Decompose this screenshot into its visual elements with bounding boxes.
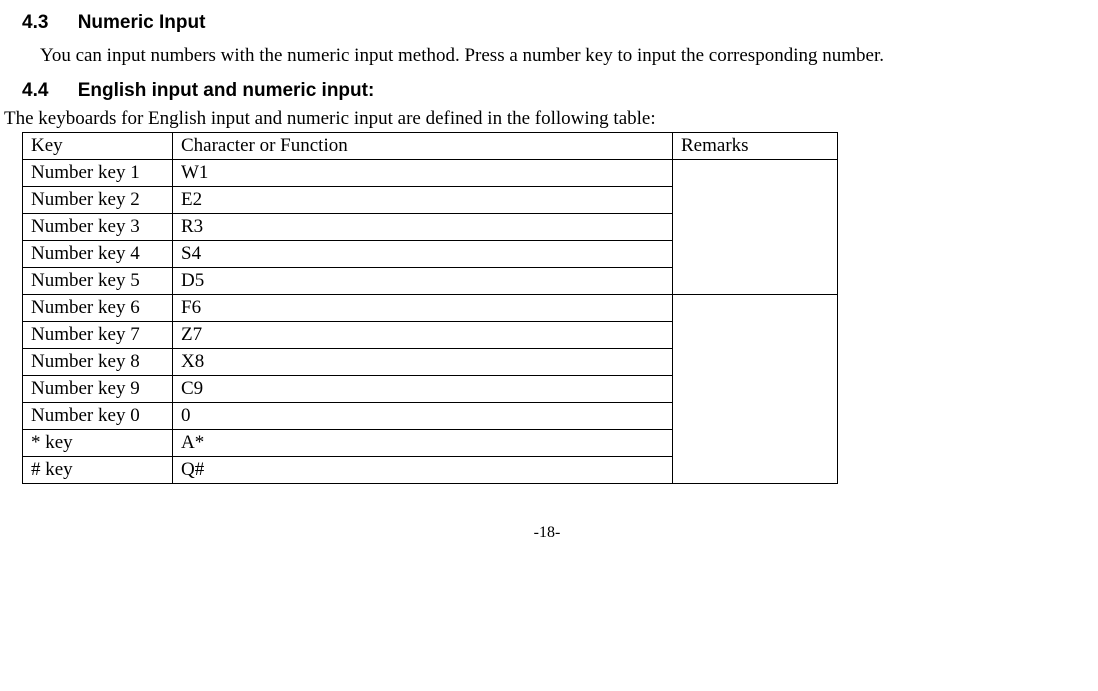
cell-char: A* [173,430,673,457]
table-header-row: Key Character or Function Remarks [23,133,838,160]
cell-key: Number key 4 [23,241,173,268]
section-title: Numeric Input [78,12,206,33]
cell-key: Number key 3 [23,214,173,241]
cell-char: Q# [173,457,673,484]
header-remarks: Remarks [673,133,838,160]
cell-key: # key [23,457,173,484]
cell-key: Number key 5 [23,268,173,295]
page-footer: -18- [4,524,1090,542]
cell-char: R3 [173,214,673,241]
table-row: Number key 1 W1 [23,160,838,187]
cell-key: Number key 0 [23,403,173,430]
cell-char: X8 [173,349,673,376]
intro-line: The keyboards for English input and nume… [4,108,1090,130]
cell-key: * key [23,430,173,457]
cell-char: W1 [173,160,673,187]
cell-key: Number key 7 [23,322,173,349]
cell-key: Number key 2 [23,187,173,214]
cell-remarks-group1 [673,160,838,295]
heading-4-3: 4.3 Numeric Input [22,12,1090,34]
section-number: 4.4 [22,80,48,102]
page: 4.3 Numeric Input You can input numbers … [0,0,1098,562]
cell-char: 0 [173,403,673,430]
cell-char: F6 [173,295,673,322]
cell-char: C9 [173,376,673,403]
cell-key: Number key 6 [23,295,173,322]
key-table: Key Character or Function Remarks Number… [22,132,838,484]
header-char: Character or Function [173,133,673,160]
heading-4-4: 4.4 English input and numeric input: [22,80,1090,102]
cell-key: Number key 8 [23,349,173,376]
section-title: English input and numeric input: [78,80,375,101]
cell-char: S4 [173,241,673,268]
cell-key: Number key 1 [23,160,173,187]
cell-char: D5 [173,268,673,295]
cell-remarks-group2 [673,295,838,484]
header-key: Key [23,133,173,160]
paragraph-4-3: You can input numbers with the numeric i… [4,40,1090,72]
section-number: 4.3 [22,12,48,34]
cell-char: Z7 [173,322,673,349]
cell-char: E2 [173,187,673,214]
table-row: Number key 6 F6 [23,295,838,322]
cell-key: Number key 9 [23,376,173,403]
